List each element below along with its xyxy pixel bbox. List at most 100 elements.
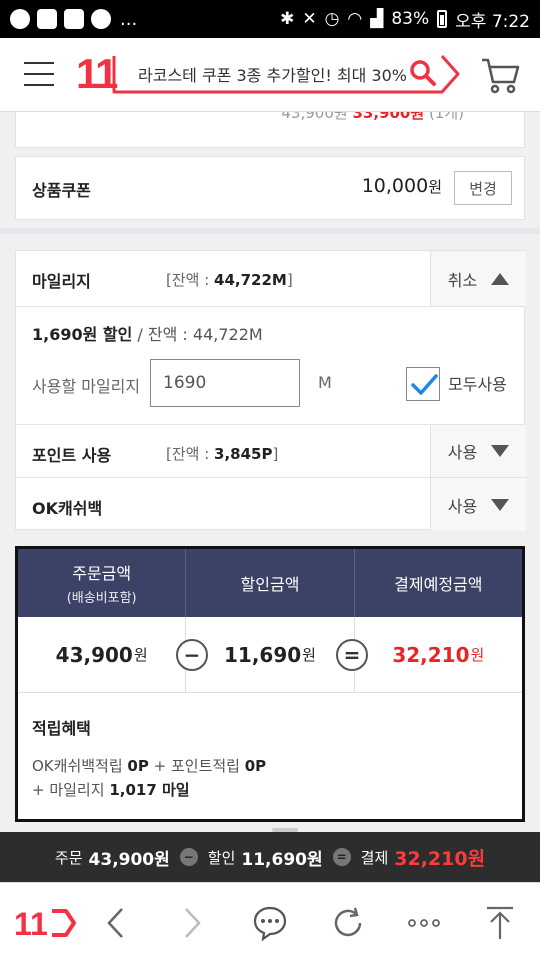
clock: 오후 7:22 xyxy=(455,11,530,32)
download-notification-icon xyxy=(64,9,84,29)
discount-remaining: / 잔액 : 44,722M xyxy=(132,325,263,344)
use-label: 사용 xyxy=(447,496,478,516)
mute-icon: ✕ xyxy=(302,9,317,29)
benefit-line-2: + 마일리지 1,017 마일 xyxy=(32,779,190,800)
order-amount-value: 43,900 원 xyxy=(18,617,187,692)
expand-arrow-icon xyxy=(491,445,510,457)
mileage-row: 마일리지 [잔액 : 44,722M] 취소 xyxy=(16,251,526,307)
order-amount-title: 주문금액 xyxy=(72,564,132,583)
equals-icon: = xyxy=(332,848,351,866)
currency-unit: 원 xyxy=(302,646,316,664)
11st-logo-icon[interactable]: 11 xyxy=(14,901,78,945)
quantity-text: (1개) xyxy=(428,112,464,122)
mileage-accrual-label: + 마일리지 xyxy=(32,781,110,799)
product-price-text: 43,900원 33,900원 (1개) xyxy=(281,112,464,123)
balance-value: 3,845P xyxy=(214,445,273,463)
search-keyword[interactable]: 라코스테 쿠폰 3종 추가할인! 최대 30% xyxy=(138,62,408,86)
chat-icon[interactable] xyxy=(248,901,292,945)
use-mileage-label: 사용할 마일리지 xyxy=(32,377,141,396)
paybar-pay-label: 결제 xyxy=(360,848,389,867)
balance-prefix: [잔액 : xyxy=(166,271,215,289)
use-all-label[interactable]: 모두사용 xyxy=(448,371,507,395)
mileage-cancel-toggle[interactable]: 취소 xyxy=(430,251,526,306)
refresh-icon[interactable] xyxy=(326,901,370,945)
change-coupon-button[interactable]: 변경 xyxy=(454,171,512,205)
paybar-order-value: 43,900원 xyxy=(88,849,170,870)
sync-notification-icon xyxy=(91,9,111,29)
battery-icon xyxy=(437,10,448,28)
alarm-icon: ◷ xyxy=(324,9,340,29)
point-balance: [잔액 : 3,845P] xyxy=(166,443,278,464)
bluetooth-icon: ✱ xyxy=(280,9,295,29)
discount-options: 마일리지 [잔액 : 44,722M] 취소 1,690원 할인 / 잔액 : … xyxy=(15,250,526,531)
order-amount-header: 주문금액 (배송비포함) xyxy=(18,549,187,617)
balance-suffix: ] xyxy=(286,271,293,289)
product-coupon-row: 상품쿠폰 10,000원 변경 xyxy=(15,156,525,220)
discount-amount-number: 11,690 xyxy=(223,642,302,667)
checkmark-icon xyxy=(411,374,438,395)
scroll-top-icon[interactable] xyxy=(478,901,522,945)
okcashbag-row: OK캐쉬백 사용 xyxy=(16,478,526,531)
okcashbag-use-toggle[interactable]: 사용 xyxy=(430,478,526,531)
point-use-toggle[interactable]: 사용 xyxy=(430,425,526,477)
forward-icon[interactable] xyxy=(170,901,214,945)
balance-suffix: ] xyxy=(272,445,279,463)
minus-icon: − xyxy=(179,848,198,866)
use-all-checkbox[interactable] xyxy=(406,367,440,401)
mileage-unit: M xyxy=(318,373,332,392)
coupon-amount: 10,000원 xyxy=(362,175,442,197)
use-label: 사용 xyxy=(447,443,478,462)
balance-prefix: [잔액 : xyxy=(166,445,215,463)
status-bar: ... ✱ ✕ ◷ ◠ ▟ 83% 오후 7:22 xyxy=(0,0,540,38)
summary-header: 주문금액 (배송비포함) 할인금액 결제예정금액 xyxy=(18,549,522,617)
original-price: 43,900원 xyxy=(281,112,348,122)
mileage-input[interactable] xyxy=(150,359,300,407)
svg-text:11: 11 xyxy=(14,906,48,941)
point-row: 포인트 사용 [잔액 : 3,845P] 사용 xyxy=(16,425,526,478)
coupon-amount-unit: 원 xyxy=(428,178,442,196)
more-notifications: ... xyxy=(120,8,138,30)
order-amount-number: 43,900 xyxy=(55,642,133,667)
sale-price: 33,900원 xyxy=(352,112,425,122)
browser-bottom-nav: 11 xyxy=(0,882,540,960)
back-icon[interactable] xyxy=(94,901,138,945)
okcashbag-accrual-label: OK캐쉬백적립 xyxy=(32,757,128,775)
point-label: 포인트 사용 xyxy=(32,446,112,465)
discount-amount-header: 할인금액 xyxy=(186,549,355,617)
discount-amount-value: 11,690 원 xyxy=(186,617,355,692)
coupon-amount-value: 10,000 xyxy=(361,175,429,197)
benefit-title: 적립혜택 xyxy=(32,719,91,738)
signal-icon: ▟ xyxy=(370,9,384,29)
payment-amount-header: 결제예정금액 xyxy=(355,549,522,617)
okcashbag-accrual-value: 0P xyxy=(127,757,149,775)
mileage-discount-summary: 1,690원 할인 / 잔액 : 44,722M xyxy=(32,321,263,345)
paybar-discount-value: 11,690원 xyxy=(241,849,323,870)
payment-amount-value: 32,210 원 xyxy=(355,617,522,692)
mileage-label: 마일리지 xyxy=(32,272,91,291)
balance-value: 44,722M xyxy=(214,271,287,289)
mileage-balance: [잔액 : 44,722M] xyxy=(166,269,293,290)
search-icon[interactable] xyxy=(408,58,438,88)
payment-bar[interactable]: 주문 43,900원 − 할인 11,690원 = 결제 32,210원 xyxy=(0,832,540,882)
logo[interactable]: 11 xyxy=(76,50,118,98)
currency-unit: 원 xyxy=(133,646,148,664)
cart-icon[interactable] xyxy=(480,56,520,94)
payment-amount-number: 32,210 xyxy=(392,642,470,667)
menu-icon[interactable] xyxy=(24,62,54,86)
cancel-label: 취소 xyxy=(447,270,478,290)
okcashbag-label: OK캐쉬백 xyxy=(32,499,103,518)
summary-values: 43,900 원 11,690 원 32,210 원 xyxy=(18,617,522,693)
wifi-icon: ◠ xyxy=(347,9,363,29)
gallery-notification-icon xyxy=(37,9,57,29)
collapse-arrow-icon xyxy=(491,272,510,285)
minus-icon: − xyxy=(176,639,208,671)
paybar-order-label: 주문 xyxy=(54,848,83,867)
paybar-discount-label: 할인 xyxy=(207,848,236,867)
app-header: 11 라코스테 쿠폰 3종 추가할인! 최대 30% xyxy=(0,38,540,112)
currency-unit: 원 xyxy=(470,646,485,664)
mileage-detail: 1,690원 할인 / 잔액 : 44,722M 사용할 마일리지 M 모두사용 xyxy=(16,307,526,425)
search-bar[interactable]: 라코스테 쿠폰 3종 추가할인! 최대 30% xyxy=(112,52,468,96)
discount-amount: 1,690원 할인 xyxy=(32,325,133,344)
more-icon[interactable] xyxy=(402,901,446,945)
payment-amount-title: 결제예정금액 xyxy=(394,575,483,594)
